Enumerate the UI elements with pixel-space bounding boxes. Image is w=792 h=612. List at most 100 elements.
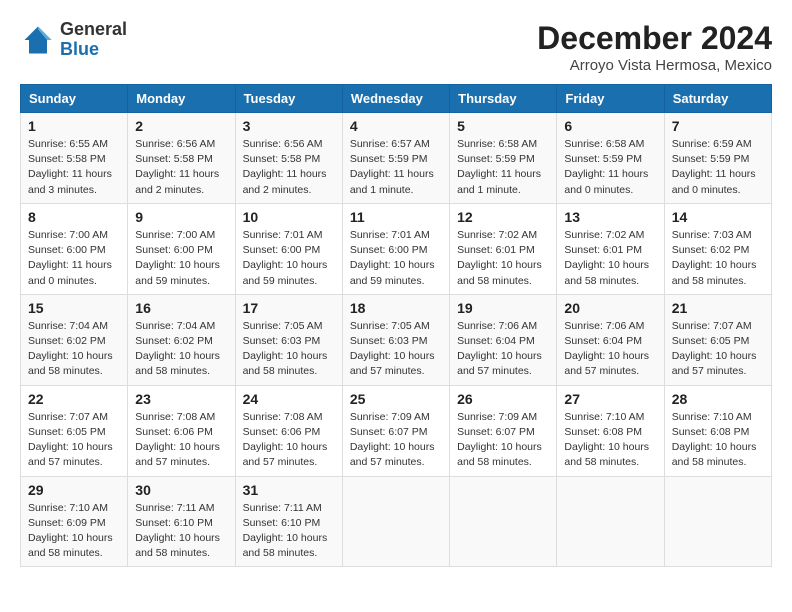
day-content: Sunrise: 7:05 AM Sunset: 6:03 PM Dayligh… [243,319,335,380]
day-number: 28 [672,391,764,407]
header-thursday: Thursday [450,85,557,113]
day-content: Sunrise: 7:07 AM Sunset: 6:05 PM Dayligh… [672,319,764,380]
day-content: Sunrise: 7:05 AM Sunset: 6:03 PM Dayligh… [350,319,442,380]
day-cell-31: 31 Sunrise: 7:11 AM Sunset: 6:10 PM Dayl… [235,476,342,567]
day-content: Sunrise: 7:10 AM Sunset: 6:08 PM Dayligh… [564,410,656,471]
day-content: Sunrise: 6:58 AM Sunset: 5:59 PM Dayligh… [457,137,549,198]
day-number: 17 [243,300,335,316]
day-content: Sunrise: 6:57 AM Sunset: 5:59 PM Dayligh… [350,137,442,198]
day-cell-29: 29 Sunrise: 7:10 AM Sunset: 6:09 PM Dayl… [21,476,128,567]
day-content: Sunrise: 7:07 AM Sunset: 6:05 PM Dayligh… [28,410,120,471]
day-cell-24: 24 Sunrise: 7:08 AM Sunset: 6:06 PM Dayl… [235,385,342,476]
day-content: Sunrise: 7:02 AM Sunset: 6:01 PM Dayligh… [564,228,656,289]
day-number: 9 [135,209,227,225]
day-number: 21 [672,300,764,316]
day-cell-19: 19 Sunrise: 7:06 AM Sunset: 6:04 PM Dayl… [450,294,557,385]
day-cell-25: 25 Sunrise: 7:09 AM Sunset: 6:07 PM Dayl… [342,385,449,476]
day-content: Sunrise: 7:08 AM Sunset: 6:06 PM Dayligh… [243,410,335,471]
day-cell-4: 4 Sunrise: 6:57 AM Sunset: 5:59 PM Dayli… [342,113,449,204]
day-content: Sunrise: 7:09 AM Sunset: 6:07 PM Dayligh… [457,410,549,471]
page-subtitle: Arroyo Vista Hermosa, Mexico [537,57,772,74]
day-cell-8: 8 Sunrise: 7:00 AM Sunset: 6:00 PM Dayli… [21,203,128,294]
calendar-week-row: 15 Sunrise: 7:04 AM Sunset: 6:02 PM Dayl… [21,294,772,385]
page-header: General Blue December 2024 Arroyo Vista … [20,20,772,74]
day-number: 11 [350,209,442,225]
calendar-table: Sunday Monday Tuesday Wednesday Thursday… [20,84,772,567]
day-cell-17: 17 Sunrise: 7:05 AM Sunset: 6:03 PM Dayl… [235,294,342,385]
day-cell-3: 3 Sunrise: 6:56 AM Sunset: 5:58 PM Dayli… [235,113,342,204]
day-cell-7: 7 Sunrise: 6:59 AM Sunset: 5:59 PM Dayli… [664,113,771,204]
day-content: Sunrise: 6:56 AM Sunset: 5:58 PM Dayligh… [243,137,335,198]
day-number: 27 [564,391,656,407]
header-saturday: Saturday [664,85,771,113]
day-number: 26 [457,391,549,407]
day-number: 2 [135,118,227,134]
day-number: 10 [243,209,335,225]
day-cell-20: 20 Sunrise: 7:06 AM Sunset: 6:04 PM Dayl… [557,294,664,385]
day-content: Sunrise: 7:08 AM Sunset: 6:06 PM Dayligh… [135,410,227,471]
day-cell-9: 9 Sunrise: 7:00 AM Sunset: 6:00 PM Dayli… [128,203,235,294]
day-number: 30 [135,482,227,498]
day-content: Sunrise: 7:01 AM Sunset: 6:00 PM Dayligh… [243,228,335,289]
logo-text: General Blue [60,20,127,60]
header-friday: Friday [557,85,664,113]
day-number: 5 [457,118,549,134]
day-content: Sunrise: 7:00 AM Sunset: 6:00 PM Dayligh… [28,228,120,289]
day-content: Sunrise: 7:06 AM Sunset: 6:04 PM Dayligh… [564,319,656,380]
weekday-header-row: Sunday Monday Tuesday Wednesday Thursday… [21,85,772,113]
day-number: 14 [672,209,764,225]
day-cell-1: 1 Sunrise: 6:55 AM Sunset: 5:58 PM Dayli… [21,113,128,204]
day-content: Sunrise: 7:04 AM Sunset: 6:02 PM Dayligh… [135,319,227,380]
day-content: Sunrise: 7:00 AM Sunset: 6:00 PM Dayligh… [135,228,227,289]
title-block: December 2024 Arroyo Vista Hermosa, Mexi… [537,20,772,74]
day-number: 6 [564,118,656,134]
header-wednesday: Wednesday [342,85,449,113]
day-content: Sunrise: 7:01 AM Sunset: 6:00 PM Dayligh… [350,228,442,289]
header-monday: Monday [128,85,235,113]
calendar-week-row: 8 Sunrise: 7:00 AM Sunset: 6:00 PM Dayli… [21,203,772,294]
day-number: 25 [350,391,442,407]
day-content: Sunrise: 6:58 AM Sunset: 5:59 PM Dayligh… [564,137,656,198]
day-content: Sunrise: 7:06 AM Sunset: 6:04 PM Dayligh… [457,319,549,380]
calendar-week-row: 29 Sunrise: 7:10 AM Sunset: 6:09 PM Dayl… [21,476,772,567]
day-cell-11: 11 Sunrise: 7:01 AM Sunset: 6:00 PM Dayl… [342,203,449,294]
header-sunday: Sunday [21,85,128,113]
day-number: 13 [564,209,656,225]
empty-day-cell [664,476,771,567]
day-content: Sunrise: 7:10 AM Sunset: 6:09 PM Dayligh… [28,501,120,562]
day-cell-10: 10 Sunrise: 7:01 AM Sunset: 6:00 PM Dayl… [235,203,342,294]
day-cell-5: 5 Sunrise: 6:58 AM Sunset: 5:59 PM Dayli… [450,113,557,204]
day-content: Sunrise: 7:11 AM Sunset: 6:10 PM Dayligh… [243,501,335,562]
logo-icon [20,22,56,58]
empty-day-cell [450,476,557,567]
day-content: Sunrise: 7:02 AM Sunset: 6:01 PM Dayligh… [457,228,549,289]
day-cell-13: 13 Sunrise: 7:02 AM Sunset: 6:01 PM Dayl… [557,203,664,294]
day-content: Sunrise: 6:56 AM Sunset: 5:58 PM Dayligh… [135,137,227,198]
empty-day-cell [557,476,664,567]
day-cell-18: 18 Sunrise: 7:05 AM Sunset: 6:03 PM Dayl… [342,294,449,385]
day-cell-30: 30 Sunrise: 7:11 AM Sunset: 6:10 PM Dayl… [128,476,235,567]
day-number: 22 [28,391,120,407]
day-number: 1 [28,118,120,134]
day-cell-21: 21 Sunrise: 7:07 AM Sunset: 6:05 PM Dayl… [664,294,771,385]
day-cell-15: 15 Sunrise: 7:04 AM Sunset: 6:02 PM Dayl… [21,294,128,385]
day-cell-6: 6 Sunrise: 6:58 AM Sunset: 5:59 PM Dayli… [557,113,664,204]
day-cell-26: 26 Sunrise: 7:09 AM Sunset: 6:07 PM Dayl… [450,385,557,476]
day-cell-28: 28 Sunrise: 7:10 AM Sunset: 6:08 PM Dayl… [664,385,771,476]
day-cell-22: 22 Sunrise: 7:07 AM Sunset: 6:05 PM Dayl… [21,385,128,476]
day-number: 18 [350,300,442,316]
day-content: Sunrise: 7:04 AM Sunset: 6:02 PM Dayligh… [28,319,120,380]
day-content: Sunrise: 7:10 AM Sunset: 6:08 PM Dayligh… [672,410,764,471]
day-number: 7 [672,118,764,134]
day-number: 29 [28,482,120,498]
day-number: 15 [28,300,120,316]
calendar-week-row: 1 Sunrise: 6:55 AM Sunset: 5:58 PM Dayli… [21,113,772,204]
day-number: 20 [564,300,656,316]
page-title: December 2024 [537,20,772,57]
day-content: Sunrise: 6:59 AM Sunset: 5:59 PM Dayligh… [672,137,764,198]
day-content: Sunrise: 7:03 AM Sunset: 6:02 PM Dayligh… [672,228,764,289]
day-cell-2: 2 Sunrise: 6:56 AM Sunset: 5:58 PM Dayli… [128,113,235,204]
day-number: 16 [135,300,227,316]
logo: General Blue [20,20,127,60]
day-cell-27: 27 Sunrise: 7:10 AM Sunset: 6:08 PM Dayl… [557,385,664,476]
